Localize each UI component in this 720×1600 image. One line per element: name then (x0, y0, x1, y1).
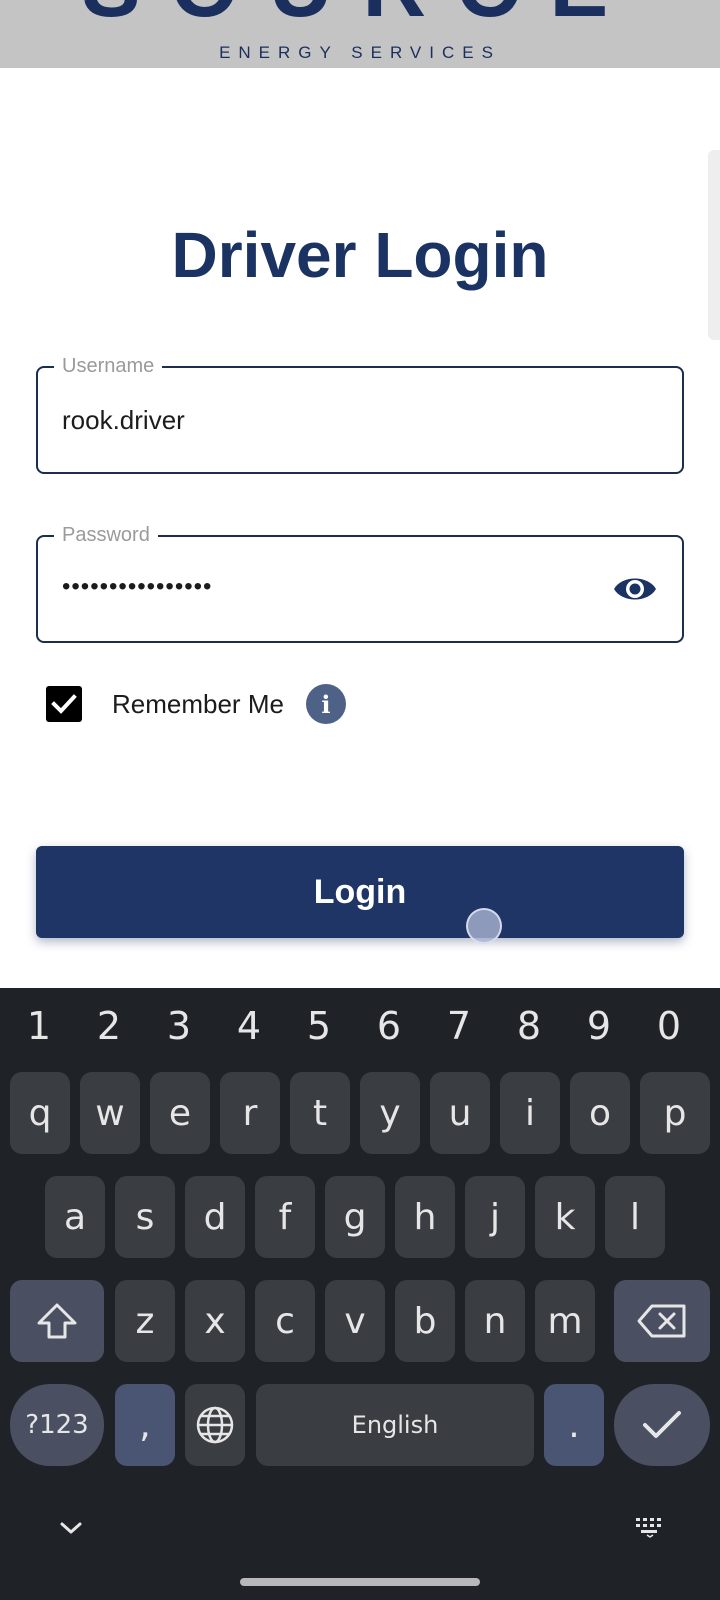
key-digit[interactable]: 0 (639, 998, 699, 1054)
key-digit[interactable]: 7 (429, 998, 489, 1054)
enter-key[interactable] (614, 1384, 710, 1466)
key-letter[interactable]: f (255, 1176, 315, 1258)
soft-keyboard: 1 2 3 4 5 6 7 8 9 0 q w e r t y u i o p … (0, 988, 720, 1600)
globe-icon (196, 1406, 234, 1444)
checkmark-icon (51, 694, 77, 714)
key-letter[interactable]: q (10, 1072, 70, 1154)
username-field[interactable]: Username rook.driver (36, 354, 684, 474)
key-letter[interactable]: p (640, 1072, 710, 1154)
key-digit[interactable]: 3 (149, 998, 209, 1054)
password-field[interactable]: Password •••••••••••••••• (36, 523, 684, 643)
password-label: Password (54, 523, 158, 547)
key-letter[interactable]: s (115, 1176, 175, 1258)
key-letter[interactable]: y (360, 1072, 420, 1154)
key-letter[interactable]: g (325, 1176, 385, 1258)
backspace-icon (637, 1304, 686, 1338)
key-letter[interactable]: r (220, 1072, 280, 1154)
keyboard-icon[interactable] (634, 1516, 666, 1538)
info-icon[interactable]: i (305, 684, 346, 724)
symbols-key[interactable]: ?123 (10, 1384, 104, 1466)
chevron-down-icon[interactable] (58, 1518, 84, 1538)
logo-subtitle: ENERGY SERVICES (219, 43, 501, 62)
key-letter[interactable]: t (290, 1072, 350, 1154)
key-letter[interactable]: o (570, 1072, 630, 1154)
key-letter[interactable]: d (185, 1176, 245, 1258)
logo-wordmark: SOURCE (0, 0, 720, 30)
key-letter[interactable]: k (535, 1176, 595, 1258)
key-letter[interactable]: b (395, 1280, 455, 1362)
key-letter[interactable]: m (535, 1280, 595, 1362)
key-letter[interactable]: l (605, 1176, 665, 1258)
remember-me-row: Remember Me i (46, 684, 346, 724)
key-digit[interactable]: 2 (79, 998, 139, 1054)
home-indicator[interactable] (240, 1578, 480, 1586)
key-digit[interactable]: 9 (569, 998, 629, 1054)
key-letter[interactable]: x (185, 1280, 245, 1362)
key-letter[interactable]: n (465, 1280, 525, 1362)
key-digit[interactable]: 1 (9, 998, 69, 1054)
key-letter[interactable]: c (255, 1280, 315, 1362)
digit-row: 1 2 3 4 5 6 7 8 9 0 (0, 998, 720, 1054)
key-digit[interactable]: 5 (289, 998, 349, 1054)
shift-key[interactable] (10, 1280, 104, 1362)
remember-me-label[interactable]: Remember Me (112, 689, 284, 720)
app-header: SOURCE ENERGY SERVICES (0, 0, 720, 68)
key-letter[interactable]: w (80, 1072, 140, 1154)
enter-check-icon (643, 1411, 681, 1438)
key-digit[interactable]: 6 (359, 998, 419, 1054)
login-button[interactable]: Login (36, 846, 684, 938)
key-digit[interactable]: 8 (499, 998, 559, 1054)
backspace-key[interactable] (614, 1280, 710, 1362)
shift-icon (37, 1303, 77, 1339)
page-title: Driver Login (171, 219, 549, 291)
key-letter[interactable]: a (45, 1176, 105, 1258)
key-letter[interactable]: i (500, 1072, 560, 1154)
key-letter[interactable]: z (115, 1280, 175, 1362)
remember-me-checkbox[interactable] (46, 686, 82, 722)
touch-indicator (466, 908, 502, 944)
period-key[interactable]: . (544, 1384, 604, 1466)
key-letter[interactable]: v (325, 1280, 385, 1362)
eye-icon[interactable] (612, 571, 658, 607)
password-input[interactable]: •••••••••••••••• (62, 571, 212, 603)
username-input[interactable]: rook.driver (62, 404, 185, 436)
username-label: Username (54, 354, 163, 378)
key-digit[interactable]: 4 (219, 998, 279, 1054)
space-key[interactable]: English (256, 1384, 534, 1466)
key-letter[interactable]: u (430, 1072, 490, 1154)
key-letter[interactable]: h (395, 1176, 455, 1258)
globe-key[interactable] (185, 1384, 245, 1466)
comma-key[interactable]: , (115, 1384, 175, 1466)
key-letter[interactable]: e (150, 1072, 210, 1154)
key-letter[interactable]: j (465, 1176, 525, 1258)
